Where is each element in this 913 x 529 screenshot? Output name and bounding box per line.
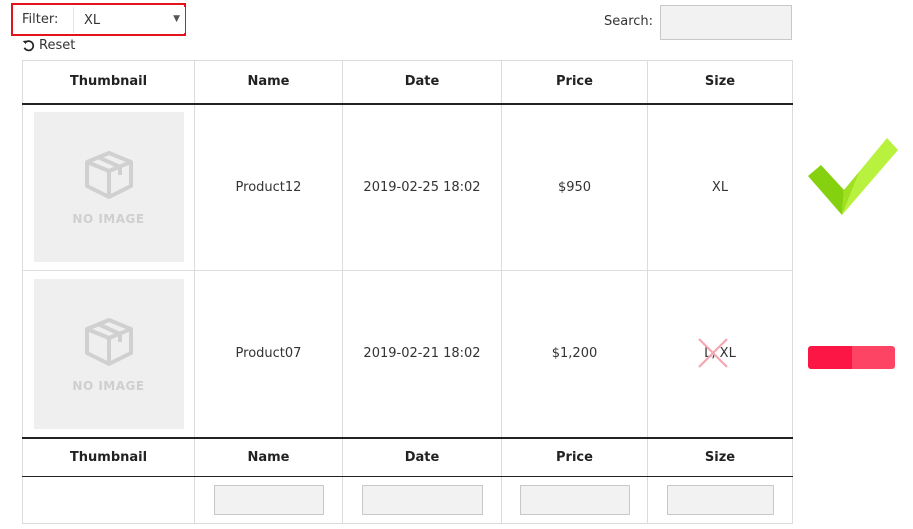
red-bar-right <box>852 346 895 369</box>
filter-selected-value: XL <box>84 12 101 28</box>
size-mismatch: L, XL <box>698 338 740 369</box>
red-bar-left <box>808 346 852 369</box>
footer-header-price: Price <box>501 436 648 477</box>
search-label: Search: <box>604 14 654 29</box>
thumbnail-cell: NO IMAGE <box>22 103 195 271</box>
reset-label: Reset <box>39 37 76 53</box>
column-header-size[interactable]: Size <box>647 60 793 105</box>
price-filter-input[interactable] <box>519 485 630 515</box>
column-header-name[interactable]: Name <box>194 60 343 105</box>
thumbnail-cell: NO IMAGE <box>22 270 195 438</box>
box-icon <box>84 151 133 200</box>
product-size: XL <box>647 103 793 271</box>
product-date: 2019-02-25 18:02 <box>342 103 502 271</box>
size-filter-cell <box>647 476 793 524</box>
name-filter-input[interactable] <box>213 485 324 515</box>
table-footer-row: Thumbnail Name Date Price Size <box>22 436 793 477</box>
date-filter-cell <box>342 476 502 524</box>
price-filter-cell <box>501 476 648 524</box>
thumbnail-placeholder: NO IMAGE <box>33 112 184 263</box>
checkmark-icon <box>808 138 898 215</box>
column-header-date[interactable]: Date <box>342 60 502 105</box>
column-header-price[interactable]: Price <box>501 60 648 105</box>
product-date: 2019-02-21 18:02 <box>342 270 502 438</box>
product-price: $950 <box>501 103 648 271</box>
box-icon <box>84 317 133 366</box>
footer-header-size: Size <box>647 436 793 477</box>
footer-header-name: Name <box>194 436 343 477</box>
thumbnail-placeholder: NO IMAGE <box>33 278 184 429</box>
column-filter-row <box>22 476 793 524</box>
no-image-text: NO IMAGE <box>72 378 145 393</box>
filter-control: Filter: XL ▼ <box>11 3 186 36</box>
thumbnail-filter-cell <box>22 476 195 524</box>
red-bar-icon <box>808 346 895 369</box>
product-table: Thumbnail Name Date Price Size NO IMAGE … <box>22 60 793 524</box>
size-filter-input[interactable] <box>666 485 774 515</box>
product-name: Product07 <box>194 270 343 438</box>
date-filter-input[interactable] <box>361 485 483 515</box>
footer-header-thumbnail: Thumbnail <box>22 436 195 477</box>
footer-header-date: Date <box>342 436 502 477</box>
table-header-row: Thumbnail Name Date Price Size <box>22 60 793 105</box>
filter-label: Filter: <box>22 12 59 27</box>
filter-select[interactable]: XL ▼ <box>73 7 185 33</box>
table-row: NO IMAGE Product07 2019-02-21 18:02 $1,2… <box>22 270 793 438</box>
name-filter-cell <box>194 476 343 524</box>
no-image-text: NO IMAGE <box>72 212 145 227</box>
product-name: Product12 <box>194 103 343 271</box>
cross-icon <box>698 338 728 369</box>
chevron-down-icon: ▼ <box>173 14 180 24</box>
product-size-cell: L, XL <box>647 270 793 438</box>
search-input[interactable] <box>660 5 792 40</box>
reset-icon <box>22 39 35 51</box>
product-price: $1,200 <box>501 270 648 438</box>
table-row: NO IMAGE Product12 2019-02-25 18:02 $950… <box>22 103 793 271</box>
reset-button[interactable]: Reset <box>22 36 75 54</box>
column-header-thumbnail[interactable]: Thumbnail <box>22 60 195 105</box>
